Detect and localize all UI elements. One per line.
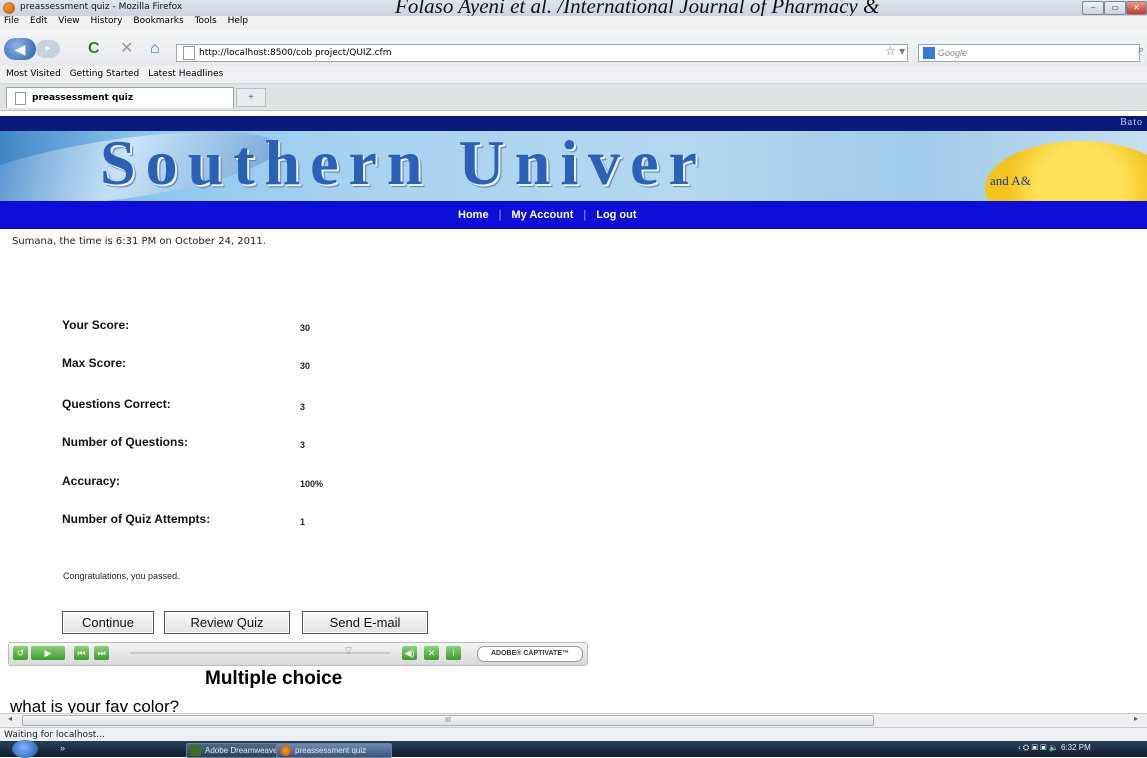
- congratulations-message: Congratulations, you passed.: [63, 571, 180, 581]
- maximize-button[interactable]: ▭: [1104, 1, 1126, 15]
- nav-my-account-link[interactable]: My Account: [511, 209, 573, 221]
- search-input[interactable]: Google: [918, 44, 1140, 62]
- tab-page-icon: [15, 92, 26, 105]
- playbar-knob-icon[interactable]: ▽: [345, 645, 352, 656]
- number-of-questions-value: 3: [300, 440, 306, 450]
- play-icon[interactable]: ▶: [31, 646, 65, 660]
- menu-file[interactable]: File: [4, 16, 19, 26]
- stop-icon[interactable]: ✕: [120, 40, 133, 58]
- system-tray: ‹ ⛭ ▣ ▣ 🔈 6:32 PM: [1018, 743, 1091, 752]
- home-icon[interactable]: ⌂: [150, 40, 160, 58]
- bookmarks-toolbar: Most Visited Getting Started Latest Head…: [0, 66, 1147, 84]
- windows-taskbar: [0, 741, 1147, 757]
- banner-sun-graphic: [985, 141, 1147, 201]
- your-score-value: 30: [300, 323, 311, 333]
- playbar-close-icon[interactable]: ✕: [424, 646, 439, 660]
- quiz-attempts-label: Number of Quiz Attempts:: [62, 512, 211, 526]
- menu-edit[interactable]: Edit: [30, 16, 47, 26]
- taskbar-dreamweaver[interactable]: Adobe Dreamweave...: [186, 743, 286, 758]
- back-button[interactable]: ◀: [4, 38, 36, 60]
- search-go-icon[interactable]: ⌕: [1138, 44, 1144, 57]
- search-placeholder: Google: [938, 48, 968, 58]
- start-button[interactable]: [12, 740, 38, 758]
- taskbar-item-label: Adobe Dreamweave...: [205, 746, 285, 755]
- new-tab-button[interactable]: +: [236, 88, 266, 107]
- bookmark-most-visited[interactable]: Most Visited: [6, 69, 61, 79]
- info-icon[interactable]: i: [446, 646, 461, 660]
- menu-history[interactable]: History: [90, 16, 122, 26]
- max-score-value: 30: [300, 361, 311, 371]
- site-nav-bar: Home | My Account | Log out: [0, 201, 1147, 229]
- rewind-icon[interactable]: ↺: [13, 646, 28, 660]
- menu-view[interactable]: View: [58, 16, 79, 26]
- forward-button[interactable]: ▸: [36, 40, 60, 58]
- questions-correct-value: 3: [300, 402, 306, 412]
- taskbar-firefox[interactable]: preassessment quiz: [276, 743, 392, 758]
- banner-university-name: Southern Univer: [100, 131, 707, 198]
- dreamweaver-icon: [190, 745, 201, 756]
- send-email-button[interactable]: Send E-mail: [302, 611, 428, 634]
- url-bar[interactable]: http://localhost:8500/cob project/QUIZ.c…: [176, 44, 908, 62]
- window-title: preassessment quiz - Mozilla Firefox: [20, 2, 183, 12]
- bookmark-star-icon[interactable]: ☆ ▾: [885, 44, 905, 58]
- bookmark-getting-started[interactable]: Getting Started: [70, 69, 140, 79]
- greeting-text: Sumana, the time is 6:31 PM on October 2…: [12, 236, 266, 247]
- continue-button[interactable]: Continue: [62, 611, 154, 634]
- scroll-right-icon[interactable]: ▸: [1134, 714, 1138, 723]
- menu-tools[interactable]: Tools: [195, 16, 217, 26]
- scrollbar-thumb[interactable]: III: [22, 715, 874, 726]
- number-of-questions-label: Number of Questions:: [62, 435, 189, 449]
- adobe-captivate-logo: ADOBE® CAPTIVATE™: [477, 646, 583, 662]
- nav-separator: |: [583, 209, 587, 221]
- status-bar: Waiting for localhost...: [0, 727, 1147, 742]
- close-window-button[interactable]: ✕: [1126, 1, 1147, 15]
- banner-subtitle: and A&: [990, 173, 1031, 188]
- your-score-label: Your Score:: [62, 318, 130, 332]
- bookmark-latest-headlines[interactable]: Latest Headlines: [148, 69, 223, 79]
- quiz-attempts-value: 1: [300, 517, 306, 527]
- firefox-icon: [280, 745, 291, 756]
- status-text: Waiting for localhost...: [4, 730, 105, 740]
- max-score-label: Max Score:: [62, 356, 127, 370]
- review-quiz-button[interactable]: Review Quiz: [164, 611, 290, 634]
- accuracy-label: Accuracy:: [62, 474, 121, 488]
- next-icon[interactable]: ⏭: [94, 646, 109, 660]
- scroll-left-icon[interactable]: ◂: [8, 714, 12, 723]
- nav-logout-link[interactable]: Log out: [596, 209, 636, 221]
- previous-icon[interactable]: ⏮: [74, 646, 89, 660]
- tab-preassessment-quiz[interactable]: preassessment quiz: [6, 87, 234, 108]
- page-icon: [183, 46, 195, 60]
- taskbar-item-label: preassessment quiz: [295, 746, 367, 755]
- accuracy-value: 100%: [300, 479, 324, 489]
- quick-launch-more[interactable]: »: [60, 743, 65, 753]
- menu-help[interactable]: Help: [228, 16, 249, 26]
- tab-label: preassessment quiz: [32, 93, 134, 103]
- url-text: http://localhost:8500/cob project/QUIZ.c…: [199, 48, 392, 58]
- menu-bookmarks[interactable]: Bookmarks: [133, 16, 183, 26]
- google-icon: [923, 47, 935, 59]
- volume-icon[interactable]: ◀): [402, 646, 417, 660]
- minimize-button[interactable]: –: [1082, 1, 1104, 15]
- reload-icon[interactable]: C: [88, 40, 100, 58]
- menu-bar: File Edit View History Bookmarks Tools H…: [0, 16, 1147, 30]
- top-strip-text: Bato: [1120, 117, 1143, 128]
- firefox-icon: [3, 2, 15, 14]
- questions-correct-label: Questions Correct:: [62, 397, 171, 411]
- nav-home-link[interactable]: Home: [458, 209, 489, 221]
- nav-separator: |: [498, 209, 502, 221]
- question-type-heading: Multiple choice: [205, 668, 343, 689]
- site-banner: Southern Univer and A&: [0, 131, 1147, 201]
- site-top-strip: Bato: [0, 116, 1147, 131]
